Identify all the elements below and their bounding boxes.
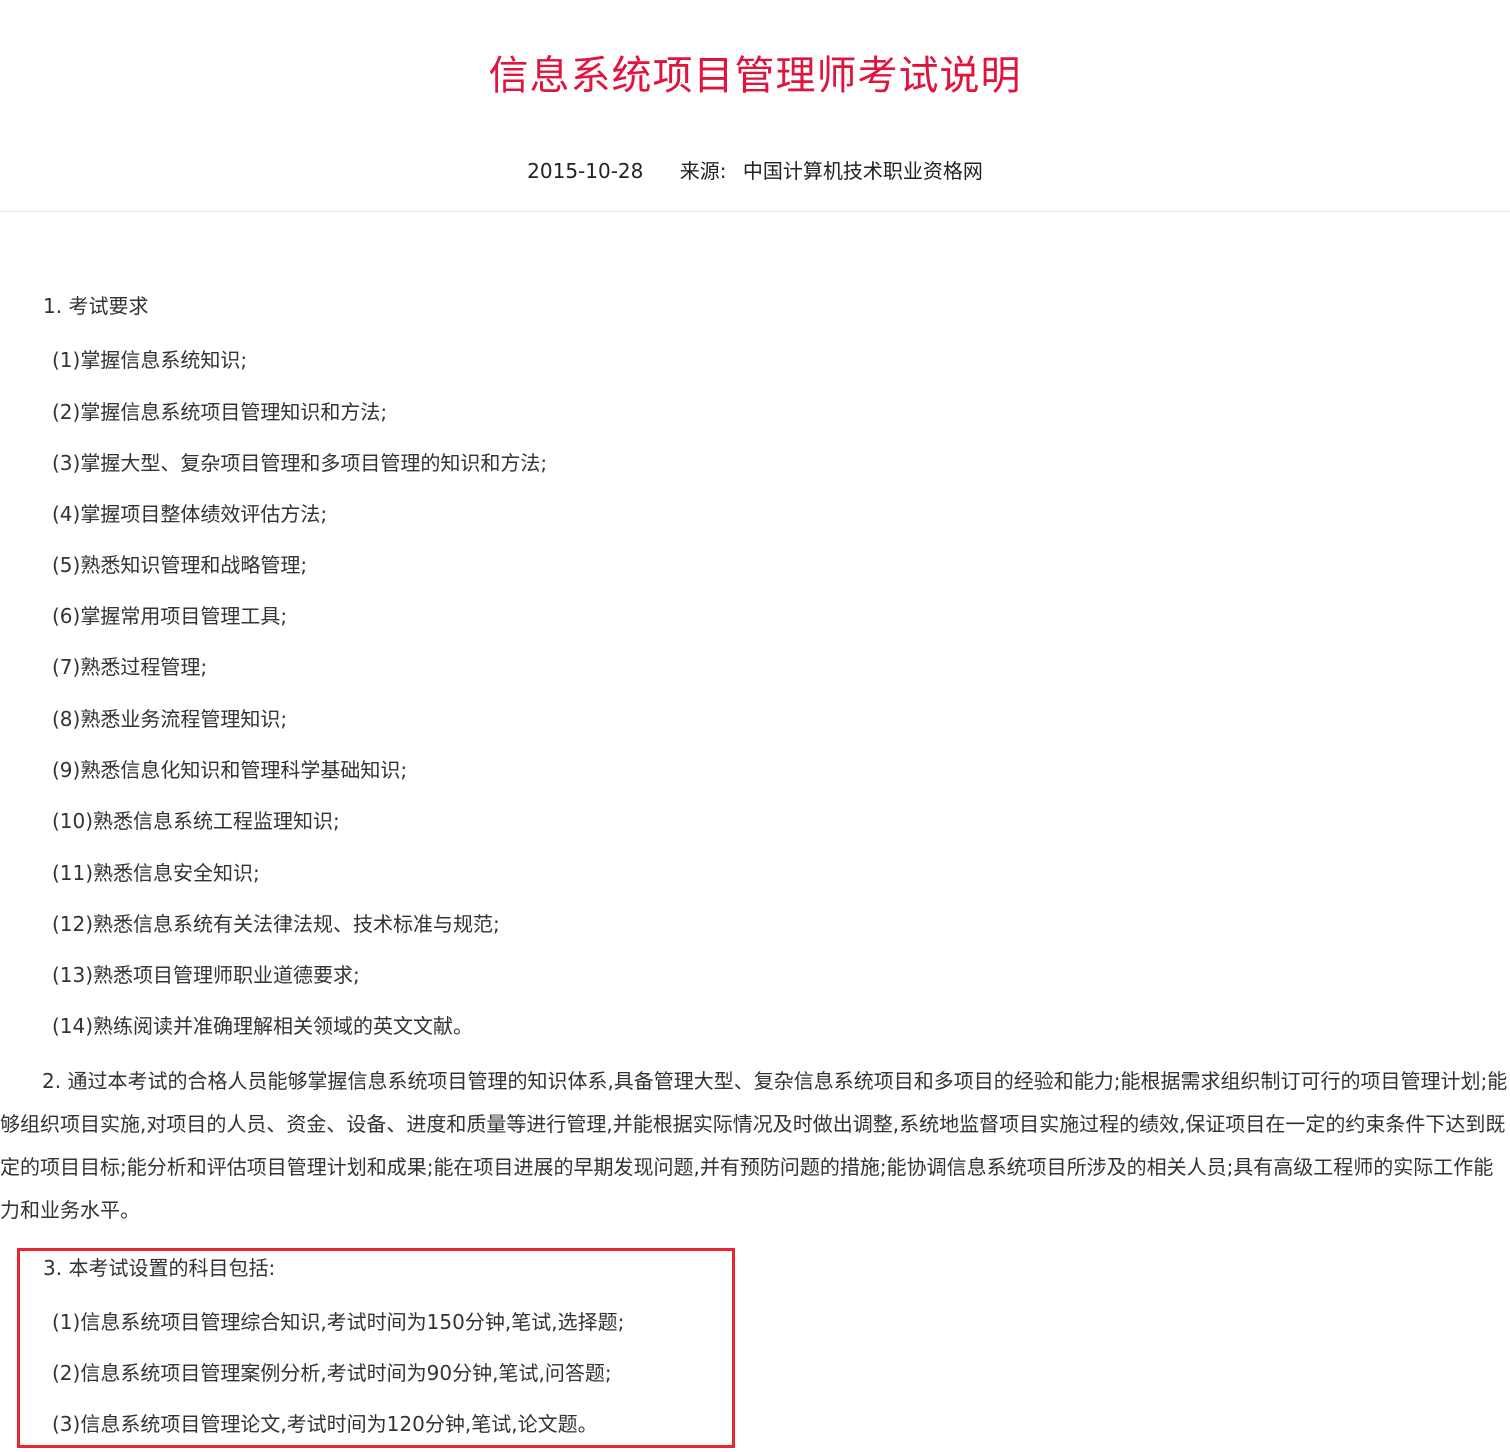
list-item: (10)熟悉信息系统工程监理知识; bbox=[52, 809, 340, 833]
list-item: (14)熟练阅读并准确理解相关领域的英文文献。 bbox=[52, 1014, 474, 1038]
list-item: (4)掌握项目整体绩效评估方法; bbox=[52, 502, 328, 526]
list-item: (2)掌握信息系统项目管理知识和方法; bbox=[52, 400, 388, 424]
list-item: (2)信息系统项目管理案例分析,考试时间为90分钟,笔试,问答题; bbox=[52, 1361, 612, 1385]
section3-heading: 3. 本考试设置的科目包括: bbox=[43, 1256, 276, 1280]
list-item: (3)信息系统项目管理论文,考试时间为120分钟,笔试,论文题。 bbox=[52, 1412, 598, 1436]
list-item: (11)熟悉信息安全知识; bbox=[52, 861, 260, 885]
list-item: (5)熟悉知识管理和战略管理; bbox=[52, 553, 308, 577]
list-item: (8)熟悉业务流程管理知识; bbox=[52, 707, 288, 731]
article-header: 信息系统项目管理师考试说明 2015-10-28 来源: 中国计算机技术职业资格… bbox=[0, 0, 1510, 212]
section1-heading: 1. 考试要求 bbox=[43, 294, 149, 318]
article-meta: 2015-10-28 来源: 中国计算机技术职业资格网 bbox=[0, 156, 1510, 186]
list-item: (9)熟悉信息化知识和管理科学基础知识; bbox=[52, 758, 408, 782]
list-item: (7)熟悉过程管理; bbox=[52, 655, 208, 679]
list-item: (12)熟悉信息系统有关法律法规、技术标准与规范; bbox=[52, 912, 500, 936]
list-item: (6)掌握常用项目管理工具; bbox=[52, 604, 288, 628]
source-label: 来源: bbox=[679, 159, 727, 183]
list-item: (1)信息系统项目管理综合知识,考试时间为150分钟,笔试,选择题; bbox=[52, 1310, 625, 1334]
list-item: (3)掌握大型、复杂项目管理和多项目管理的知识和方法; bbox=[52, 451, 548, 475]
list-item: (1)掌握信息系统知识; bbox=[52, 348, 248, 372]
section2-paragraph: 2. 通过本考试的合格人员能够掌握信息系统项目管理的知识体系,具备管理大型、复杂… bbox=[0, 1069, 1508, 1222]
list-item: (13)熟悉项目管理师职业道德要求; bbox=[52, 963, 360, 987]
source-name: 中国计算机技术职业资格网 bbox=[742, 159, 983, 183]
publish-date: 2015-10-28 bbox=[527, 159, 644, 183]
page-title: 信息系统项目管理师考试说明 bbox=[488, 53, 1022, 99]
